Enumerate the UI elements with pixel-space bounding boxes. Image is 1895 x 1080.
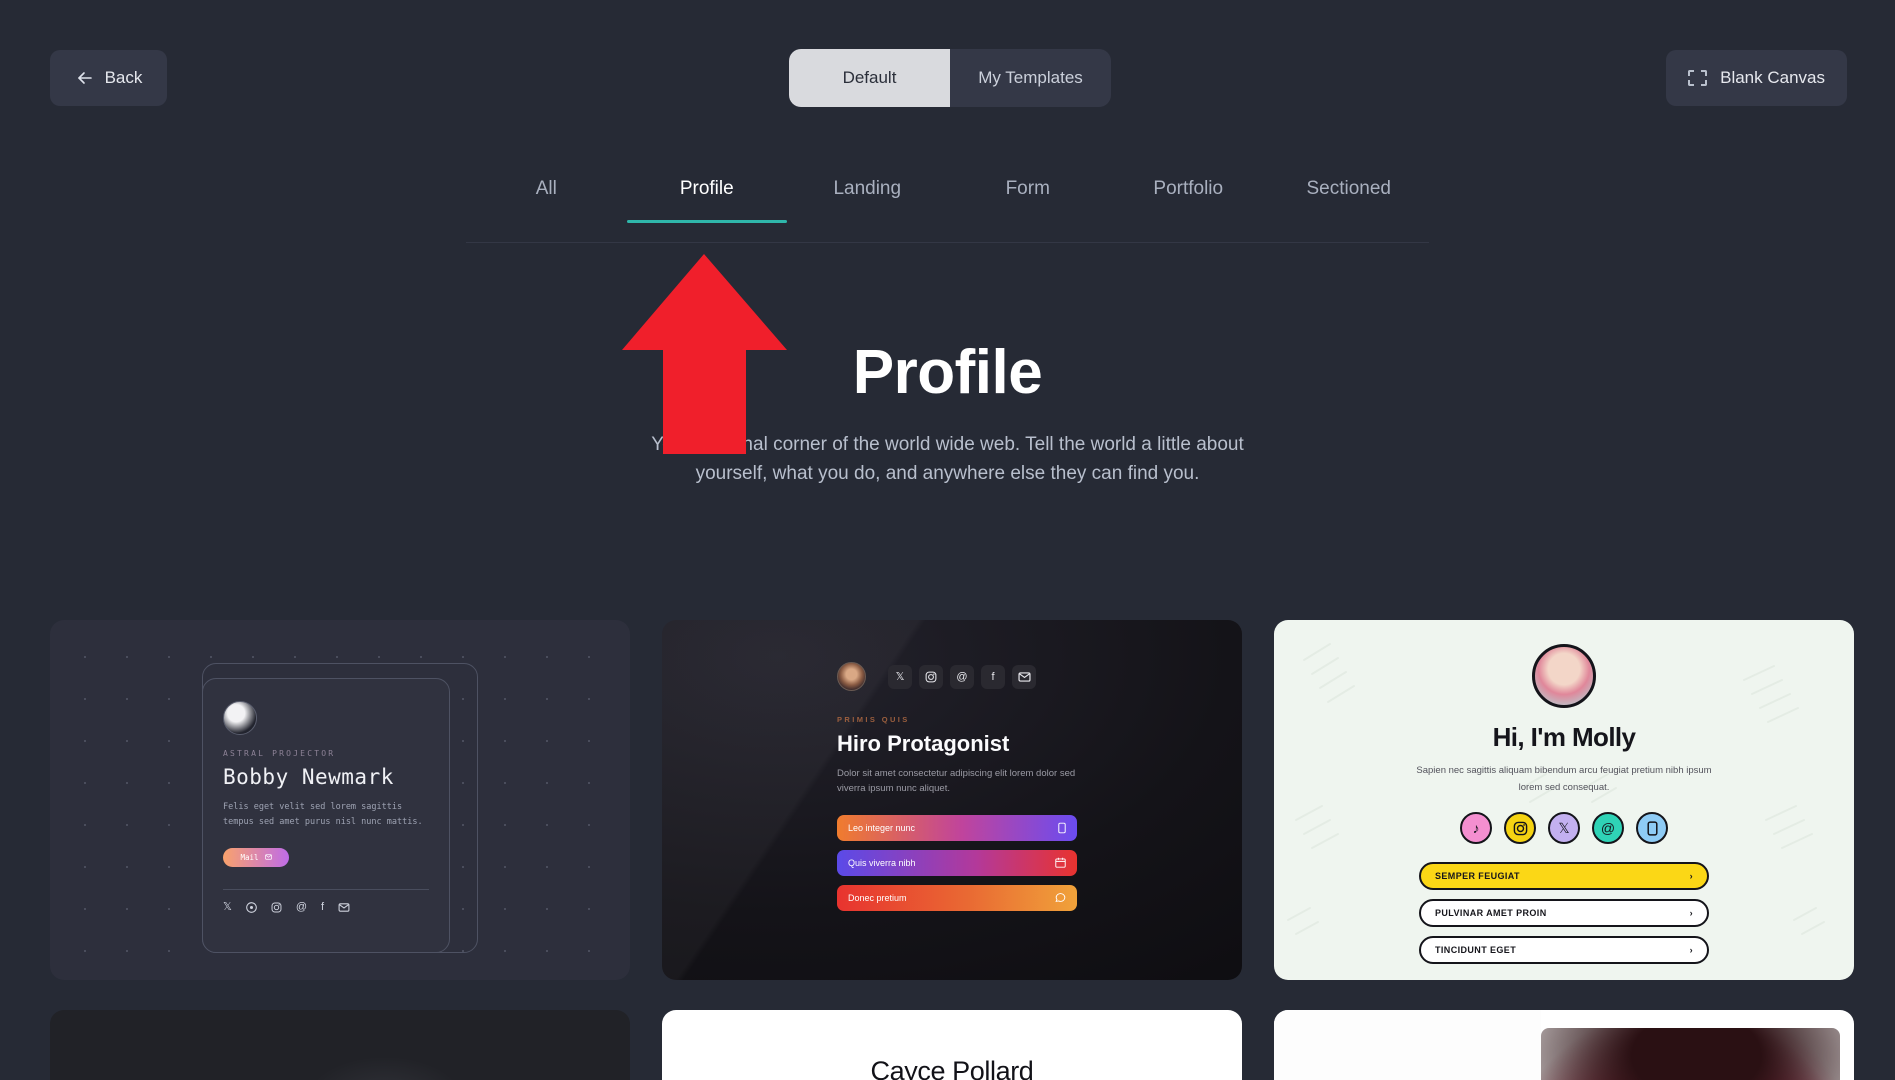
template-card-photo-split[interactable]	[1274, 1010, 1854, 1080]
link-button-label: PULVINAR AMET PROIN	[1435, 908, 1547, 919]
divider	[223, 888, 429, 890]
mail-icon	[264, 854, 272, 860]
template-bio: Sapien nec sagittis aliquam bibendum arc…	[1416, 765, 1712, 793]
segment-my-templates[interactable]: My Templates	[950, 49, 1111, 107]
template-card-molly[interactable]: Hi, I'm Molly Sapien nec sagittis aliqua…	[1274, 620, 1854, 980]
template-grid: ASTRAL PROJECTOR Bobby Newmark Felis ege…	[50, 620, 1854, 980]
template-eyebrow: PRIMIS QUIS	[837, 715, 910, 724]
template-card-cayce-pollard[interactable]: Cayce Pollard	[662, 1010, 1242, 1080]
link-item[interactable]: Donec pretium	[837, 884, 1077, 911]
link-button-label: TINCIDUNT EGET	[1435, 945, 1517, 956]
portrait-photo	[1540, 1028, 1840, 1080]
avatar	[1532, 644, 1596, 708]
mail-button[interactable]: Mail	[223, 847, 289, 867]
template-card-hiro-protagonist[interactable]: 𝕏 @ f PRIMIS QUIS Hiro Protagonist Dolor…	[662, 620, 1242, 980]
chevron-right-icon: ›	[1689, 908, 1693, 919]
back-button-label: Back	[104, 68, 143, 87]
template-title: Cayce Pollard	[870, 1056, 1034, 1080]
link-item[interactable]: Quis viverra nibh	[837, 849, 1077, 876]
social-links: ♪ 𝕏 @	[1274, 812, 1854, 845]
template-bio: Dolor sit amet consectetur adipiscing el…	[837, 768, 1076, 795]
template-title: Hi, I'm Molly	[1492, 722, 1636, 752]
social-links: 𝕏 @ f	[888, 664, 1036, 689]
template-card-dark-partial[interactable]	[50, 1010, 630, 1080]
page-title: Profile	[852, 338, 1043, 407]
tab-all[interactable]: All	[466, 178, 627, 222]
template-preview-panel: 𝕏 @ f PRIMIS QUIS Hiro Protagonist Dolor…	[837, 662, 1077, 911]
category-tabs: All Profile Landing Form Portfolio Secti…	[466, 178, 1429, 243]
link-button-label: SEMPER FEUGIAT	[1435, 871, 1520, 882]
chevron-right-icon: ›	[1689, 945, 1693, 956]
link-label: Donec pretium	[848, 892, 907, 903]
template-card-bobby-newmark[interactable]: ASTRAL PROJECTOR Bobby Newmark Felis ege…	[50, 620, 630, 980]
link-list: Leo integer nunc Quis viverra nibh Donec…	[837, 814, 1077, 911]
calendar-icon	[1055, 857, 1066, 868]
tab-profile[interactable]: Profile	[626, 178, 788, 223]
x-icon[interactable]: 𝕏	[888, 664, 912, 689]
chat-icon	[1055, 892, 1066, 903]
blank-canvas-label: Blank Canvas	[1720, 68, 1825, 87]
link-label: Quis viverra nibh	[848, 857, 916, 868]
text-column	[1274, 1010, 1541, 1080]
instagram-icon[interactable]	[1504, 812, 1536, 845]
link-item[interactable]: Leo integer nunc	[837, 814, 1077, 841]
blank-canvas-button[interactable]: Blank Canvas	[1666, 50, 1847, 106]
mail-button-label: Mail	[240, 852, 259, 862]
phone-icon[interactable]	[1636, 812, 1668, 845]
instagram-icon[interactable]	[919, 664, 943, 689]
template-grid-row-2: Cayce Pollard	[50, 1010, 1854, 1080]
x-icon[interactable]: 𝕏	[223, 901, 232, 913]
template-preview-panel: Hi, I'm Molly Sapien nec sagittis aliqua…	[1274, 644, 1854, 965]
template-bio: Felis eget velit sed lorem sagittis temp…	[223, 802, 423, 827]
phone-icon	[1058, 822, 1066, 834]
annotation-arrow-icon	[622, 254, 787, 454]
glow-decoration	[305, 1056, 466, 1080]
mail-icon[interactable]	[1012, 664, 1036, 689]
tiktok-icon[interactable]: ♪	[1460, 812, 1492, 845]
link-button[interactable]: PULVINAR AMET PROIN ›	[1419, 899, 1709, 928]
tab-form[interactable]: Form	[948, 178, 1109, 222]
threads-icon[interactable]: @	[296, 901, 307, 913]
social-links: 𝕏 @ f	[223, 901, 429, 913]
tab-sectioned[interactable]: Sectioned	[1269, 178, 1430, 222]
link-button[interactable]: TINCIDUNT EGET ›	[1419, 936, 1709, 965]
template-name: Bobby Newmark	[223, 765, 394, 789]
back-button[interactable]: Back	[50, 50, 167, 106]
view-mode-segmented-control[interactable]: Default My Templates	[789, 49, 1111, 107]
instagram-icon[interactable]	[271, 902, 282, 913]
hero-section: Profile Your personal corner of the worl…	[0, 340, 1895, 489]
link-buttons: SEMPER FEUGIAT › PULVINAR AMET PROIN › T…	[1419, 862, 1709, 965]
device-inner-frame: ASTRAL PROJECTOR Bobby Newmark Felis ege…	[202, 678, 450, 953]
avatar	[837, 662, 866, 691]
segment-default[interactable]: Default	[789, 49, 950, 107]
threads-icon[interactable]: @	[1592, 812, 1624, 845]
tab-portfolio[interactable]: Portfolio	[1108, 178, 1269, 222]
link-label: Leo integer nunc	[848, 822, 916, 833]
x-icon[interactable]: 𝕏	[1548, 812, 1580, 845]
chevron-right-icon: ›	[1689, 871, 1693, 882]
top-bar: Back Default My Templates Blank Canvas	[0, 0, 1895, 122]
template-eyebrow: ASTRAL PROJECTOR	[223, 749, 336, 758]
facebook-icon[interactable]: f	[981, 664, 1005, 689]
arrow-left-icon	[75, 68, 95, 88]
facebook-icon[interactable]: f	[321, 901, 324, 913]
link-button-primary[interactable]: SEMPER FEUGIAT ›	[1419, 862, 1709, 891]
dashed-frame-icon	[1688, 70, 1708, 86]
github-icon[interactable]	[246, 901, 257, 913]
tab-landing[interactable]: Landing	[787, 178, 948, 222]
mail-icon[interactable]	[338, 903, 350, 912]
header-row: 𝕏 @ f	[837, 662, 1077, 691]
avatar	[223, 701, 257, 735]
template-name: Hiro Protagonist	[837, 731, 1010, 756]
threads-icon[interactable]: @	[950, 664, 974, 689]
